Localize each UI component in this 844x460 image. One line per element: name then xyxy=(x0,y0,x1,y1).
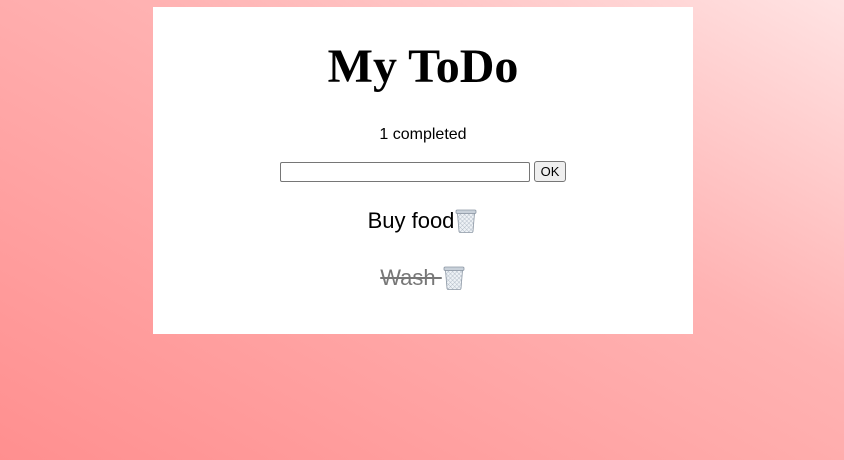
trash-icon[interactable] xyxy=(454,208,478,234)
todo-label[interactable]: Buy food xyxy=(368,208,455,234)
todo-item-buy-food[interactable]: Buy food xyxy=(153,208,693,234)
completed-count: 1 completed xyxy=(379,126,467,143)
add-todo-form: OK xyxy=(153,161,693,182)
new-todo-input[interactable] xyxy=(279,161,530,182)
todo-item-wash[interactable]: Wash xyxy=(153,265,693,291)
page-title: My ToDo xyxy=(327,40,519,93)
ok-button[interactable]: OK xyxy=(533,161,567,182)
trash-icon[interactable] xyxy=(442,265,466,291)
todo-card: My ToDo 1 completed OK Buy food Wash xyxy=(153,7,693,334)
todo-label[interactable]: Wash xyxy=(380,265,442,291)
